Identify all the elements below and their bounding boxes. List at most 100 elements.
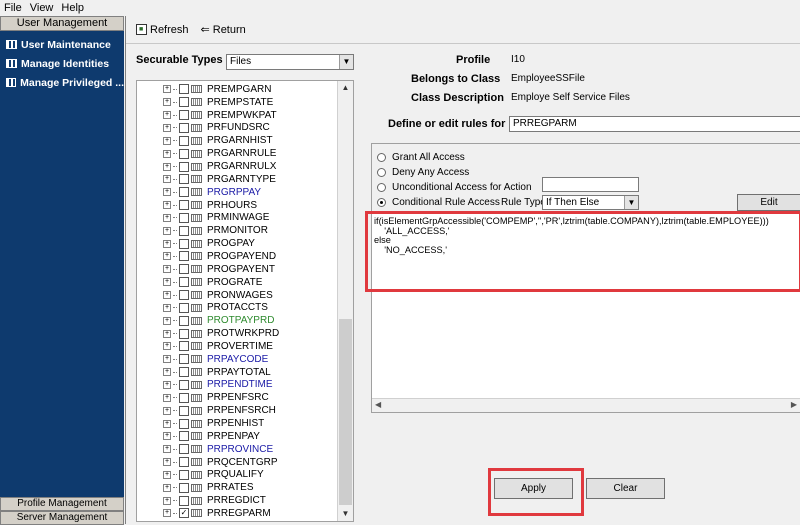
expand-icon[interactable]: +: [163, 445, 171, 454]
expand-icon[interactable]: +: [163, 406, 171, 415]
tree-item[interactable]: + PRPENDTIME: [137, 379, 273, 392]
expand-icon[interactable]: +: [163, 432, 171, 441]
checkbox[interactable]: [179, 135, 189, 146]
code-horizontal-scrollbar[interactable]: ◀ ▶: [372, 398, 800, 412]
checkbox[interactable]: [179, 354, 189, 365]
tree-item[interactable]: + PROVERTIME: [137, 340, 273, 353]
sidebar-server-management[interactable]: Server Management: [0, 511, 124, 525]
expand-icon[interactable]: +: [163, 470, 171, 479]
checkbox[interactable]: [179, 84, 189, 95]
sidebar-header[interactable]: User Management: [0, 16, 124, 31]
unconditional-action-field[interactable]: [542, 177, 639, 192]
tree-item[interactable]: + PRGARNTYPE: [137, 173, 276, 186]
tree-item[interactable]: + PRPENFSRC: [137, 391, 269, 404]
checkbox[interactable]: [179, 187, 189, 198]
tree-item[interactable]: + PRPENFSRCH: [137, 404, 276, 417]
expand-icon[interactable]: +: [163, 291, 171, 300]
expand-icon[interactable]: +: [163, 419, 171, 428]
checkbox[interactable]: [179, 418, 189, 429]
tree-item[interactable]: + PRFUNDSRC: [137, 122, 270, 135]
tree-item[interactable]: + PROTPAYPRD: [137, 314, 274, 327]
expand-icon[interactable]: +: [163, 265, 171, 274]
tree-item[interactable]: + PRMINWAGE: [137, 212, 269, 225]
checkbox[interactable]: [179, 482, 189, 493]
expand-icon[interactable]: +: [163, 213, 171, 222]
tree-item[interactable]: + PRPENPAY: [137, 430, 260, 443]
expand-icon[interactable]: +: [163, 123, 171, 132]
checkbox[interactable]: [179, 174, 189, 185]
checkbox[interactable]: [179, 264, 189, 275]
checkbox[interactable]: [179, 469, 189, 480]
tree-item[interactable]: + PRPROVINCE: [137, 443, 273, 456]
expand-icon[interactable]: +: [163, 201, 171, 210]
tree-item[interactable]: + PROGPAYEND: [137, 250, 276, 263]
expand-icon[interactable]: +: [163, 368, 171, 377]
expand-icon[interactable]: +: [163, 111, 171, 120]
expand-icon[interactable]: +: [163, 509, 171, 518]
scrollbar-thumb[interactable]: [339, 319, 352, 505]
edit-button[interactable]: Edit: [737, 194, 800, 211]
expand-icon[interactable]: +: [163, 303, 171, 312]
expand-icon[interactable]: +: [163, 175, 171, 184]
tree-item[interactable]: + PRPENHIST: [137, 417, 264, 430]
securable-tree[interactable]: + PREMPGARN + PREMPSTATE + PREMPWKPAT + PRFUNDS…: [136, 80, 354, 522]
expand-icon[interactable]: +: [163, 226, 171, 235]
expand-icon[interactable]: +: [163, 162, 171, 171]
checkbox[interactable]: [179, 200, 189, 211]
tree-item[interactable]: + PROGRATE: [137, 276, 262, 289]
conditional-rule-access-radio[interactable]: Conditional Rule Access: [377, 197, 500, 208]
checkbox[interactable]: [179, 315, 189, 326]
tree-item[interactable]: + PREMPWKPAT: [137, 109, 277, 122]
tree-item[interactable]: + PRGARNHIST: [137, 134, 273, 147]
tree-item[interactable]: + PRMONITOR: [137, 224, 268, 237]
checkbox[interactable]: [179, 328, 189, 339]
expand-icon[interactable]: +: [163, 136, 171, 145]
scroll-up-icon[interactable]: ▲: [338, 81, 353, 95]
checkbox[interactable]: [179, 367, 189, 378]
expand-icon[interactable]: +: [163, 188, 171, 197]
tree-scrollbar[interactable]: ▲ ▼: [337, 81, 353, 521]
sidebar-profile-management[interactable]: Profile Management: [0, 497, 124, 511]
expand-icon[interactable]: +: [163, 278, 171, 287]
tree-item[interactable]: + PRPAYTOTAL: [137, 366, 271, 379]
menu-help[interactable]: Help: [61, 2, 84, 14]
clear-button[interactable]: Clear: [586, 478, 665, 499]
tree-item[interactable]: + PROTWRKPRD: [137, 327, 279, 340]
checkbox[interactable]: [179, 110, 189, 121]
tree-item[interactable]: + PROTACCTS: [137, 301, 268, 314]
tree-item[interactable]: + PROGPAYENT: [137, 263, 275, 276]
tree-item[interactable]: + PRQCENTGRP: [137, 456, 278, 469]
expand-icon[interactable]: +: [163, 380, 171, 389]
grant-all-access-radio[interactable]: Grant All Access: [377, 152, 465, 163]
return-button[interactable]: ⇐ Return: [201, 23, 246, 37]
checkbox[interactable]: [179, 212, 189, 223]
checkbox[interactable]: [179, 457, 189, 468]
scroll-right-icon[interactable]: ▶: [791, 400, 797, 409]
define-rules-field[interactable]: PRREGPARM: [509, 116, 800, 132]
tree-item[interactable]: + PREMPSTATE: [137, 96, 273, 109]
expand-icon[interactable]: +: [163, 329, 171, 338]
checkbox[interactable]: [179, 277, 189, 288]
expand-icon[interactable]: +: [163, 458, 171, 467]
tree-item[interactable]: + PRGRPPAY: [137, 186, 261, 199]
tree-item[interactable]: + PRONWAGES: [137, 289, 273, 302]
tree-item[interactable]: + PREMPGARN: [137, 83, 271, 96]
checkbox[interactable]: ✓: [179, 508, 189, 519]
checkbox[interactable]: [179, 122, 189, 133]
expand-icon[interactable]: +: [163, 316, 171, 325]
tree-item[interactable]: + PRPAYCODE: [137, 353, 268, 366]
menu-view[interactable]: View: [30, 2, 54, 14]
sidebar-item-manage-identities[interactable]: Manage Identities: [0, 54, 124, 73]
checkbox[interactable]: [179, 444, 189, 455]
sidebar-item-user-maintenance[interactable]: User Maintenance: [0, 35, 124, 54]
expand-icon[interactable]: +: [163, 483, 171, 492]
tree-item[interactable]: + PRREGDICT: [137, 494, 266, 507]
tree-item[interactable]: + PRRATES: [137, 481, 254, 494]
checkbox[interactable]: [179, 392, 189, 403]
checkbox[interactable]: [179, 341, 189, 352]
tree-item[interactable]: + PRGARNRULX: [137, 160, 276, 173]
checkbox[interactable]: [179, 225, 189, 236]
tree-item[interactable]: + PRHOURS: [137, 199, 257, 212]
tree-item[interactable]: + PRGARNRULE: [137, 147, 276, 160]
refresh-button[interactable]: ■ Refresh: [136, 24, 189, 36]
